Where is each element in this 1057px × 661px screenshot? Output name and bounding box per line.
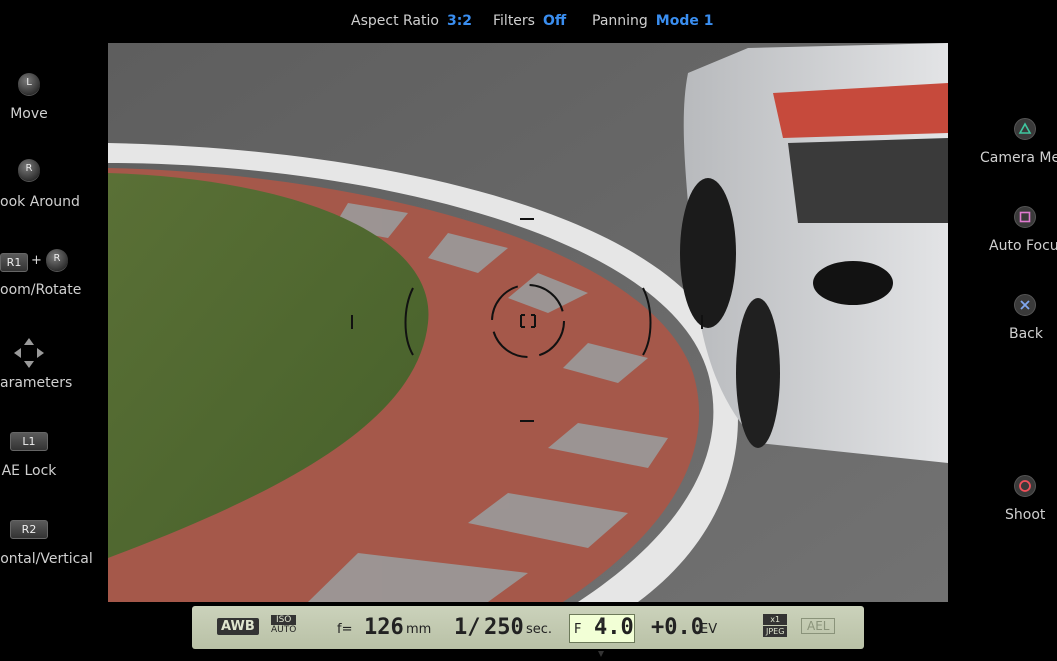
ae-lock-label: AE Lock: [1, 463, 57, 479]
shutter-prefix: 1/: [454, 615, 481, 640]
camera-viewfinder[interactable]: [108, 43, 948, 602]
iso-indicator: ISO AUTO: [271, 615, 297, 635]
camera-menu-button[interactable]: Camera Men: [980, 150, 1057, 166]
filters-setting[interactable]: Filters Off: [493, 13, 566, 29]
look-around-label: ook Around: [0, 194, 80, 210]
panning-setting[interactable]: Panning Mode 1: [592, 13, 713, 29]
dpad-icon: [11, 335, 47, 371]
parameters-label: arameters: [0, 375, 73, 391]
auto-focus-button[interactable]: Auto Focu: [989, 238, 1057, 254]
image-format-indicator: x1 JPEG: [763, 614, 788, 638]
l1-button-icon: L1: [10, 432, 48, 451]
track-scene-image: [108, 43, 948, 602]
shutter-speed-value: 250: [484, 615, 524, 640]
shoot-button[interactable]: Shoot: [1005, 507, 1045, 523]
aspect-ratio-setting[interactable]: Aspect Ratio 3:2: [351, 13, 472, 29]
iso-badge: ISO: [271, 615, 297, 625]
plus-sign: +: [31, 253, 42, 268]
r1-button-icon: R1: [0, 253, 28, 272]
r-stick-icon: R: [46, 249, 68, 271]
focal-length-value: 126: [364, 615, 404, 640]
triangle-icon: [1014, 118, 1036, 140]
aspect-ratio-value: 3:2: [446, 13, 473, 29]
orientation-label: ontal/Vertical: [0, 551, 93, 567]
cross-icon: [1014, 294, 1036, 316]
aperture-up-arrow-icon[interactable]: [598, 608, 604, 623]
panning-label: Panning: [592, 13, 648, 29]
exposure-unit: EV: [700, 622, 718, 637]
top-status-bar: Aspect Ratio 3:2 Filters Off Panning Mode 1: [0, 0, 1057, 42]
exposure-comp-value: +0.0: [651, 615, 704, 640]
ael-indicator: AEL: [801, 618, 836, 634]
aperture-down-arrow-icon[interactable]: [598, 642, 604, 657]
l-stick-icon: L: [18, 73, 40, 95]
filters-value: Off: [542, 13, 567, 29]
aspect-ratio-label: Aspect Ratio: [351, 13, 439, 29]
back-button[interactable]: Back: [1009, 326, 1043, 342]
zoom-rotate-label: oom/Rotate: [0, 282, 82, 298]
multiplier-badge: x1: [763, 614, 788, 625]
focal-unit: mm: [406, 622, 432, 637]
focal-prefix: f=: [337, 622, 353, 637]
panning-value: Mode 1: [655, 13, 714, 29]
shutter-unit: sec.: [526, 622, 553, 637]
aperture-prefix: F: [574, 622, 582, 637]
r2-button-icon: R2: [10, 520, 48, 539]
filters-label: Filters: [493, 13, 535, 29]
camera-lcd-panel: AWB ISO AUTO f= 126 mm 1/ 250 sec. F 4.0…: [192, 606, 864, 657]
white-balance-indicator: AWB: [217, 618, 259, 635]
move-label: Move: [10, 106, 48, 122]
format-badge: JPEG: [763, 626, 788, 637]
square-icon: [1014, 206, 1036, 228]
r-stick-icon: R: [18, 159, 40, 181]
iso-value: AUTO: [271, 625, 297, 635]
circle-icon: [1014, 475, 1036, 497]
